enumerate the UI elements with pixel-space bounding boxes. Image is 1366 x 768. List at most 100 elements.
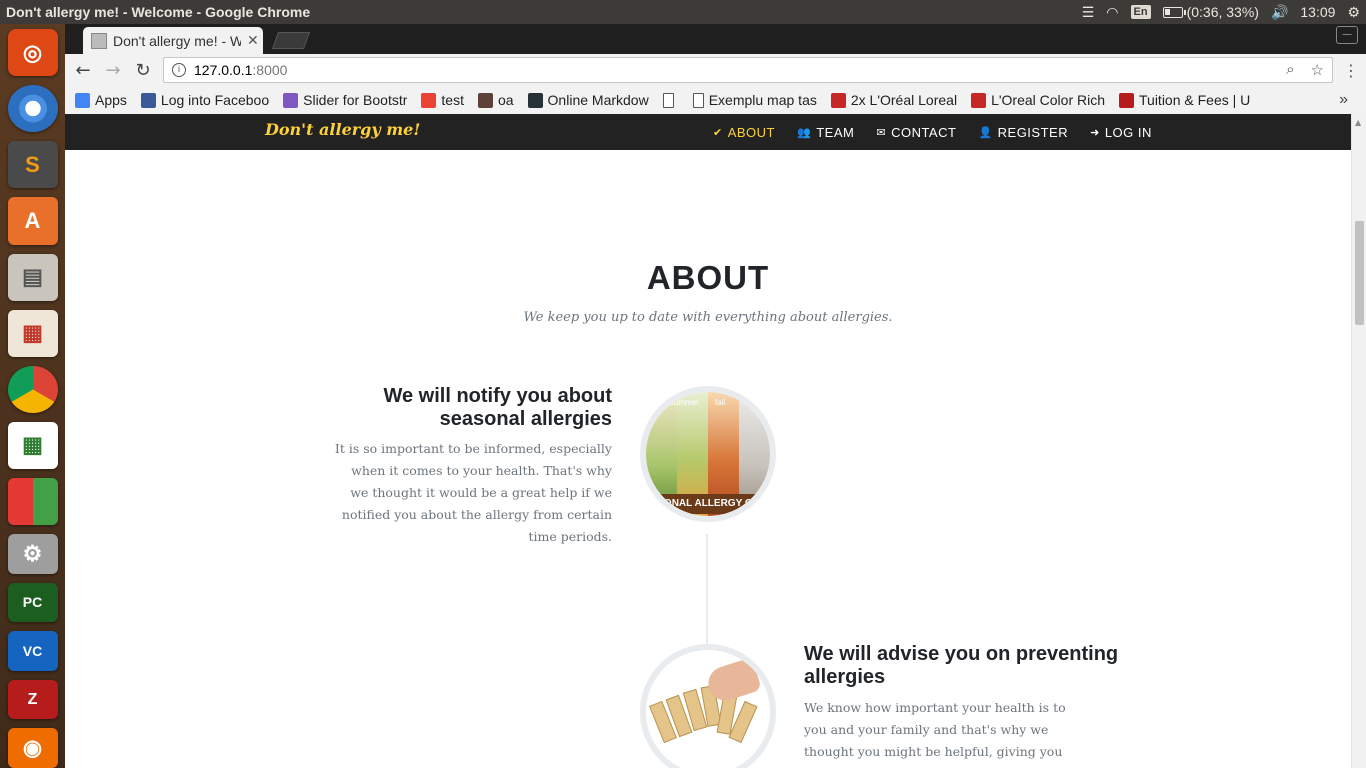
settings-gear-icon[interactable]: ⚙ xyxy=(1341,0,1366,24)
volume-icon[interactable]: 🔊 xyxy=(1265,0,1294,24)
keyboard-layout-indicator[interactable]: En xyxy=(1125,0,1157,24)
forward-icon[interactable]: → xyxy=(103,60,123,81)
pycharm-icon[interactable]: PC xyxy=(7,582,58,623)
bookmark-item[interactable]: 2x L'Oréal Loreal xyxy=(830,92,958,108)
site-navbar: Don't allergy me! ✔ ABOUT 👥 TEAM ✉ CONTACT 👤 RE… xyxy=(65,114,1351,150)
chromium-icon[interactable] xyxy=(7,85,58,133)
bookmark-label: test xyxy=(441,92,464,108)
chrome-menu-icon[interactable]: ⋮ xyxy=(1343,61,1359,80)
ubuntu-dash-icon[interactable]: ◎ xyxy=(7,29,58,77)
section-subtitle: We keep you up to date with everything a… xyxy=(523,310,893,325)
university-icon xyxy=(1119,92,1134,108)
filezilla-icon[interactable]: Z xyxy=(7,679,58,720)
unity-launcher: ◎ S A ▤ ▦ ▦ ⚙ PC VC Z ◉ xyxy=(0,24,65,768)
indicator-menu-icon[interactable]: ☰ xyxy=(1076,0,1101,24)
bookmark-label: Apps xyxy=(95,92,127,108)
bookmark-item[interactable] xyxy=(662,92,679,108)
scrollbar-thumb[interactable] xyxy=(1355,221,1364,325)
nav-item-label: CONTACT xyxy=(891,124,957,140)
browser-tab[interactable]: Don't allergy me! - W ✕ xyxy=(83,27,263,54)
check-icon: ✔ xyxy=(713,126,723,139)
system-settings-icon[interactable]: ⚙ xyxy=(7,534,58,574)
browser-window: Don't allergy me! - W ✕ ⏤ ← → ↻ i 127.0.… xyxy=(65,24,1366,114)
tab-strip: Don't allergy me! - W ✕ ⏤ xyxy=(65,24,1366,54)
nav-item-contact[interactable]: ✉ CONTACT xyxy=(876,125,956,140)
url-host: 127.0.0.1 xyxy=(194,62,253,78)
files-icon[interactable]: ▤ xyxy=(7,253,58,301)
bookmark-label: Tuition & Fees | U xyxy=(1139,92,1251,108)
bookmark-item[interactable]: Slider for Bootstr xyxy=(283,92,407,108)
bookmark-item[interactable]: oa xyxy=(477,92,514,108)
bookmark-item[interactable]: test xyxy=(421,92,464,108)
software-center-icon[interactable]: A xyxy=(7,197,58,245)
shop-icon xyxy=(971,92,987,108)
new-tab-button[interactable] xyxy=(271,32,311,49)
address-bar[interactable]: i 127.0.0.1:8000 ⌕ ☆ xyxy=(163,57,1333,83)
feature-text: We know how important your health is to … xyxy=(804,700,1066,759)
user-icon: 👤 xyxy=(978,126,993,139)
blender-icon[interactable]: ◉ xyxy=(7,728,58,768)
bookmark-item[interactable]: L'Oreal Color Rich xyxy=(971,92,1105,108)
system-tray: ☰ ◠ En (0:36, 33%) 🔊 13:09 ⚙ xyxy=(1076,0,1366,24)
favicon-icon xyxy=(91,32,107,49)
image-label: summer xyxy=(670,398,699,407)
nav-item-register[interactable]: 👤 REGISTER xyxy=(978,125,1068,140)
web-page: Don't allergy me! ✔ ABOUT 👥 TEAM ✉ CONTACT 👤 RE… xyxy=(65,114,1351,768)
timeline-line xyxy=(706,534,708,644)
nav-item-label: ABOUT xyxy=(727,124,776,140)
clock[interactable]: 13:09 xyxy=(1294,0,1341,24)
nav-item-label: LOG IN xyxy=(1104,124,1152,140)
chrome-icon[interactable] xyxy=(7,365,58,413)
bookmark-label: Log into Faceboo xyxy=(160,92,270,108)
page-icon xyxy=(692,92,704,108)
bookmark-item[interactable]: Tuition & Fees | U xyxy=(1119,92,1250,108)
bookmark-item[interactable]: Apps xyxy=(75,92,127,108)
reload-icon[interactable]: ↻ xyxy=(133,60,153,81)
site-brand[interactable]: Don't allergy me! xyxy=(265,120,420,139)
site-menu: ✔ ABOUT 👥 TEAM ✉ CONTACT 👤 REGISTER ➜ LOG IN xyxy=(713,114,1152,150)
bookmark-star-icon[interactable]: ☆ xyxy=(1311,61,1324,79)
bookmark-item[interactable]: Exemplu map tas xyxy=(692,92,817,108)
page-scrollbar[interactable]: ▲ xyxy=(1351,114,1366,768)
image-label: fall xyxy=(714,398,726,407)
impress-icon[interactable]: ▦ xyxy=(7,309,58,357)
back-icon[interactable]: ← xyxy=(73,60,93,81)
calc-icon[interactable]: ▦ xyxy=(7,421,58,469)
battery-indicator[interactable]: (0:36, 33%) xyxy=(1157,0,1265,24)
wifi-icon[interactable]: ◠ xyxy=(1100,0,1124,24)
zoom-icon[interactable]: ⌕ xyxy=(1286,61,1294,79)
window-title: Don't allergy me! - Welcome - Google Chr… xyxy=(6,4,311,20)
tab-title: Don't allergy me! - W xyxy=(113,32,241,49)
bookmarks-overflow-icon[interactable]: » xyxy=(1339,91,1348,109)
close-tab-icon[interactable]: ✕ xyxy=(247,32,259,49)
nav-item-log-in[interactable]: ➜ LOG IN xyxy=(1090,125,1152,140)
google-icon xyxy=(421,92,437,108)
slider-icon xyxy=(283,92,299,108)
battery-icon xyxy=(1162,6,1186,18)
page-icon xyxy=(662,92,674,108)
system-top-panel: Don't allergy me! - Welcome - Google Chr… xyxy=(0,0,1366,24)
bookmark-item[interactable]: Log into Faceboo xyxy=(140,92,270,108)
windows-app-icon[interactable] xyxy=(7,478,58,526)
nav-item-about[interactable]: ✔ ABOUT xyxy=(713,125,775,140)
bookmark-label: oa xyxy=(497,92,514,108)
bookmark-label: Online Markdow xyxy=(547,92,649,108)
section-title: ABOUT xyxy=(646,259,770,296)
image-caption: ONAL ALLERGY C xyxy=(646,494,770,514)
bookmark-label: 2x L'Oréal Loreal xyxy=(850,92,958,108)
battery-text: (0:36, 33%) xyxy=(1186,4,1259,20)
shop-icon xyxy=(830,92,846,108)
vscode-icon[interactable]: VC xyxy=(7,631,58,671)
feature-text: It is so important to be informed, espec… xyxy=(334,441,612,544)
minimize-icon[interactable]: ⏤ xyxy=(1336,26,1358,44)
url-port: :8000 xyxy=(252,62,288,78)
sublime-text-icon[interactable]: S xyxy=(7,141,58,189)
battery-level xyxy=(1164,8,1170,15)
nav-item-team[interactable]: 👥 TEAM xyxy=(797,125,854,140)
feature-heading: We will notify you about seasonal allerg… xyxy=(383,385,612,430)
bookmark-item[interactable]: Online Markdow xyxy=(527,92,649,108)
site-info-icon[interactable]: i xyxy=(172,63,186,77)
browser-toolbar: ← → ↻ i 127.0.0.1:8000 ⌕ ☆ ⋮ xyxy=(65,54,1366,86)
scroll-up-icon[interactable]: ▲ xyxy=(1355,118,1361,127)
sign-in-icon: ➜ xyxy=(1090,126,1100,139)
